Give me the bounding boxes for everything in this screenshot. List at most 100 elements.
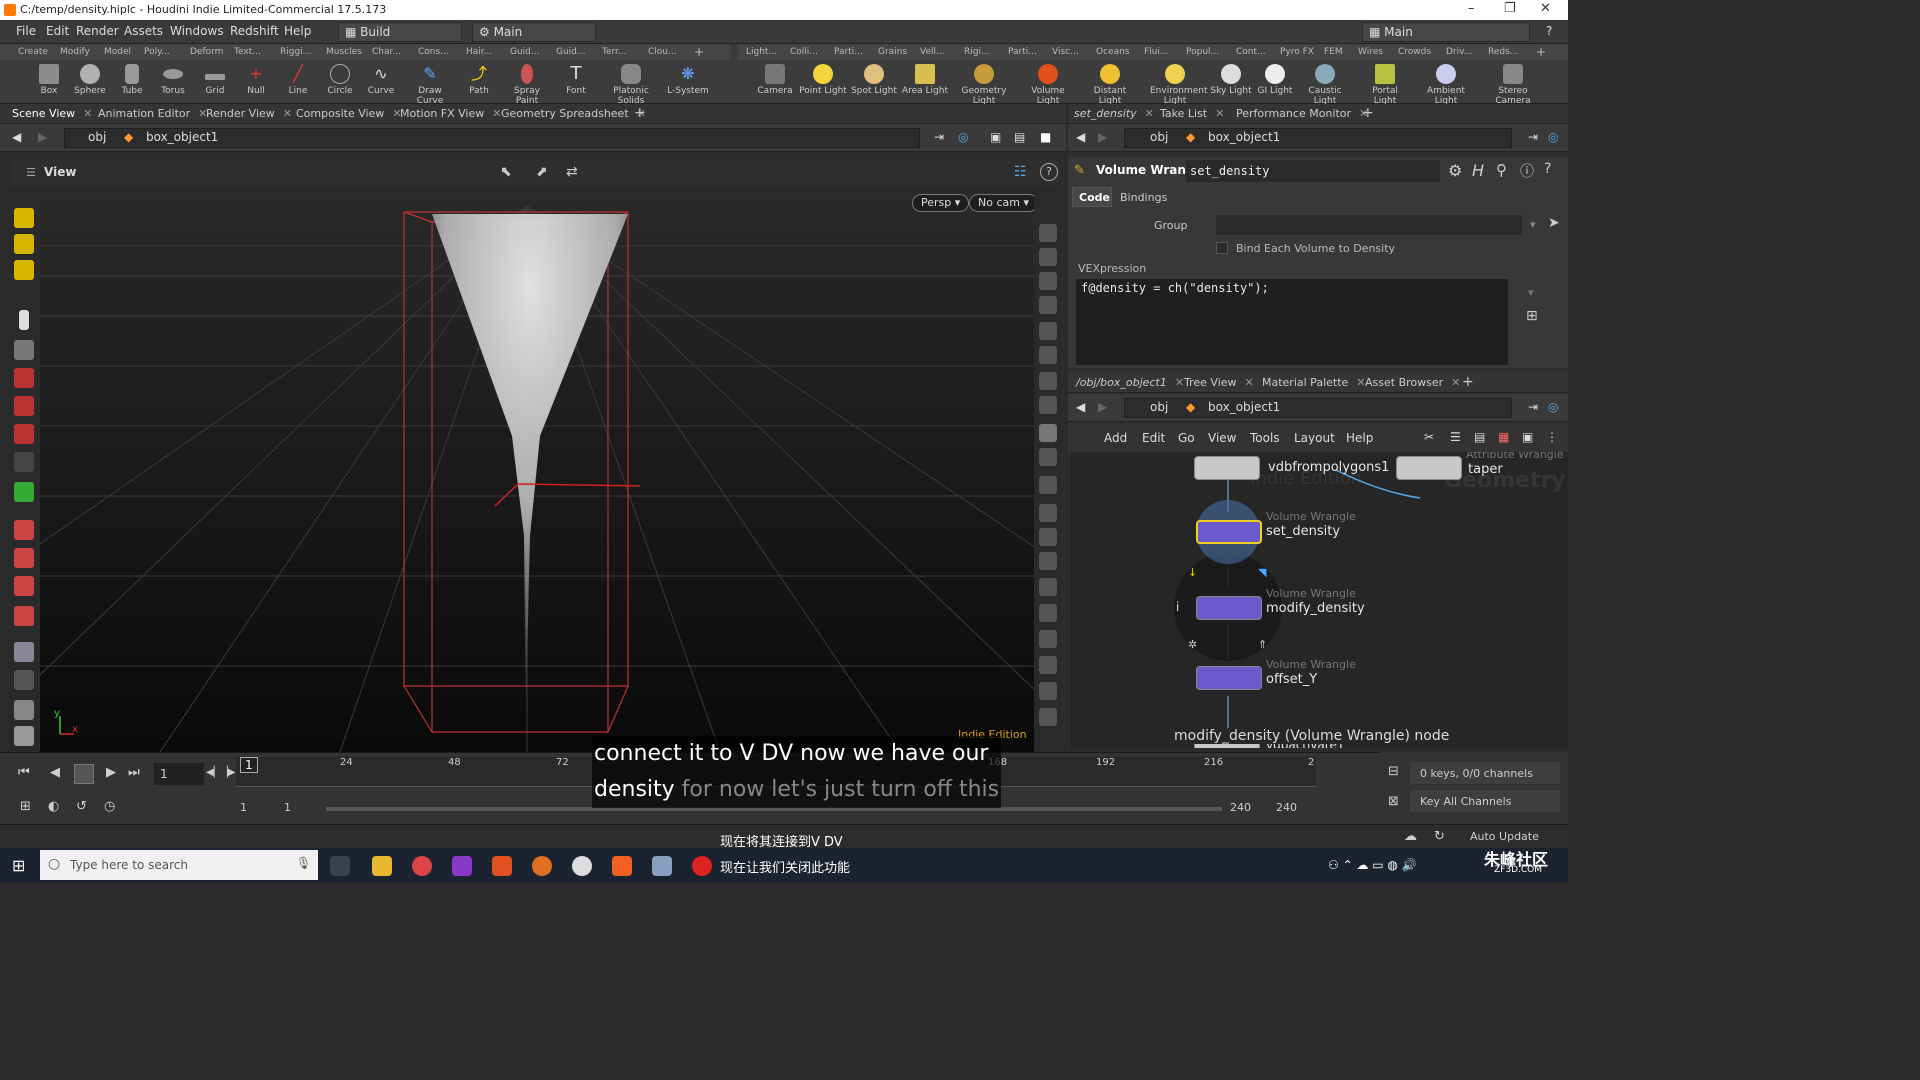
desktop-main-select[interactable]: ⚙ Main bbox=[472, 22, 596, 42]
step-forward-icon[interactable]: ▕▶ bbox=[220, 767, 235, 778]
tool-path[interactable]: ⤴ Path bbox=[454, 64, 504, 96]
tab-motion-fx-view[interactable]: Motion FX View ✕ bbox=[400, 107, 501, 120]
tab-composite-view[interactable]: Composite View ✕ bbox=[296, 107, 402, 120]
auto-update-select[interactable]: Auto Update bbox=[1470, 830, 1539, 843]
tool-l-system[interactable]: ❋ L-System bbox=[663, 64, 713, 96]
move-tool-icon[interactable] bbox=[14, 368, 34, 388]
menu-redshift[interactable]: Redshift bbox=[230, 24, 279, 38]
task-view-icon[interactable] bbox=[330, 856, 350, 876]
lock-flag-icon[interactable]: ✲ bbox=[1188, 638, 1197, 651]
shelf-tab-rigid[interactable]: Rigi... bbox=[964, 47, 990, 57]
tools-icon[interactable]: ✂ bbox=[1424, 430, 1434, 444]
shelf-tab-constraints[interactable]: Cons... bbox=[418, 47, 449, 57]
tool-camera[interactable]: Camera bbox=[750, 64, 800, 96]
camera-icon[interactable] bbox=[1039, 424, 1057, 442]
view-tool-icon[interactable] bbox=[14, 642, 34, 662]
minimize-button[interactable]: – bbox=[1468, 1, 1475, 16]
shelf-tab-crowds[interactable]: Crowds bbox=[1398, 47, 1431, 57]
network-menu-help[interactable]: Help bbox=[1346, 431, 1373, 445]
network-menu-add[interactable]: Add bbox=[1104, 431, 1127, 445]
tool-curve[interactable]: ∿ Curve bbox=[356, 64, 406, 96]
tool-caustic-light[interactable]: Caustic Light bbox=[1300, 64, 1350, 106]
tab-animation-editor[interactable]: Animation Editor ✕ bbox=[98, 107, 207, 120]
notepad-icon[interactable] bbox=[652, 856, 672, 876]
bypass-flag-icon[interactable]: ↓ bbox=[1188, 566, 1197, 579]
network-editor[interactable]: Indie Edition Geometry vdbfrompolygons1 … bbox=[1070, 452, 1568, 748]
close-button[interactable]: ✕ bbox=[1540, 1, 1551, 16]
info-icon[interactable]: ⓘ bbox=[1520, 161, 1534, 181]
number-12-icon[interactable] bbox=[1039, 578, 1057, 596]
shelf-tab-wires[interactable]: Wires bbox=[1358, 47, 1383, 57]
stop-icon[interactable] bbox=[74, 764, 94, 784]
pin-icon[interactable]: ⇥ bbox=[1528, 130, 1538, 144]
handle-tool-icon[interactable] bbox=[14, 452, 34, 472]
range-end-visible[interactable]: 240 bbox=[1230, 801, 1251, 814]
shelf-tab-rigging[interactable]: Riggi... bbox=[280, 47, 311, 57]
tab-asset-browser[interactable]: Asset Browser ✕ bbox=[1365, 376, 1460, 389]
tab-bindings[interactable]: Bindings bbox=[1120, 191, 1167, 204]
camera-menu-button[interactable]: No cam ▾ bbox=[969, 194, 1038, 212]
path-context[interactable]: obj bbox=[1150, 400, 1168, 414]
refresh-icon[interactable]: ↻ bbox=[1434, 829, 1445, 844]
shelf-tab-pyrofx[interactable]: Pyro FX bbox=[1280, 47, 1314, 57]
link-icon[interactable]: ◎ bbox=[1548, 130, 1558, 144]
shelf-tab-lights[interactable]: Light... bbox=[746, 47, 777, 57]
tab-set-density[interactable]: set_density ✕ bbox=[1074, 107, 1154, 120]
snap-prim-icon[interactable] bbox=[14, 548, 34, 568]
shelf-tab-terrain[interactable]: Terr... bbox=[602, 47, 627, 57]
shelf-tab-drive[interactable]: Driv... bbox=[1446, 47, 1472, 57]
viewport-lock-icon[interactable] bbox=[1039, 272, 1057, 290]
network-menu-edit[interactable]: Edit bbox=[1142, 431, 1165, 445]
viewport-label[interactable]: View bbox=[44, 165, 76, 179]
display-flag-icon[interactable]: ◥ bbox=[1258, 566, 1266, 579]
global-anim-icon[interactable]: ⊞ bbox=[20, 799, 31, 814]
layout-icon[interactable]: ▣ bbox=[1522, 430, 1533, 444]
ghost-icon[interactable] bbox=[1039, 248, 1057, 266]
object-mode-icon[interactable] bbox=[14, 208, 34, 228]
range-end[interactable]: 240 bbox=[1276, 801, 1297, 814]
play-icon[interactable]: ▶ bbox=[106, 765, 116, 780]
tool-platonic-solids[interactable]: Platonic Solids bbox=[606, 64, 656, 106]
tool-spray-paint[interactable]: Spray Paint bbox=[502, 64, 552, 106]
close-tab-icon[interactable]: ✕ bbox=[1215, 107, 1224, 120]
path-node[interactable]: box_object1 bbox=[1208, 130, 1280, 144]
corner-icon[interactable] bbox=[1039, 656, 1057, 674]
add-tab-button[interactable]: + bbox=[1362, 105, 1374, 121]
tab-performance-monitor[interactable]: Performance Monitor ✕ bbox=[1236, 107, 1368, 120]
back-arrow-icon[interactable]: ◀ bbox=[1076, 130, 1085, 144]
tab-tree-view[interactable]: Tree View ✕ bbox=[1184, 376, 1254, 389]
path-node[interactable]: box_object1 bbox=[146, 130, 218, 144]
add-tab-button[interactable]: + bbox=[634, 105, 646, 121]
rotate-tool-icon[interactable] bbox=[14, 396, 34, 416]
shelf-tab-particles2[interactable]: Parti... bbox=[1008, 47, 1037, 57]
forward-arrow-icon[interactable]: ▶ bbox=[38, 130, 47, 144]
shelf-tab-populate[interactable]: Popul... bbox=[1186, 47, 1219, 57]
node-vdbfrompolygons1[interactable] bbox=[1194, 456, 1260, 480]
shading-icon[interactable] bbox=[1039, 322, 1057, 340]
grid-color-icon[interactable]: ▦ bbox=[1498, 430, 1509, 444]
menu-render[interactable]: Render bbox=[76, 24, 119, 38]
shelf-tab-deform[interactable]: Deform bbox=[190, 47, 223, 57]
keys-field[interactable]: 0 keys, 0/0 channels bbox=[1410, 762, 1560, 784]
tool-area-light[interactable]: Area Light bbox=[900, 64, 950, 96]
menu-windows[interactable]: Windows bbox=[170, 24, 224, 38]
forward-arrow-icon[interactable]: ▶ bbox=[1098, 400, 1107, 414]
secure-select-icon[interactable]: ⇄ bbox=[566, 164, 578, 180]
link-icon[interactable]: ◎ bbox=[958, 130, 968, 144]
tab-render-view[interactable]: Render View ✕ bbox=[206, 107, 292, 120]
select-tool-icon[interactable] bbox=[19, 310, 29, 330]
select-arrow-icon[interactable]: ➤ bbox=[1548, 215, 1560, 231]
group-dropdown-icon[interactable]: ▾ bbox=[1530, 218, 1536, 231]
path-context[interactable]: obj bbox=[88, 130, 106, 144]
viewport-layout-icon[interactable]: ☷ bbox=[1014, 164, 1027, 180]
shelf-tab-muscles[interactable]: Muscles bbox=[326, 47, 362, 57]
tab-take-list[interactable]: Take List ✕ bbox=[1160, 107, 1224, 120]
snap-point-icon[interactable] bbox=[14, 576, 34, 596]
node-modify-density[interactable] bbox=[1196, 596, 1262, 620]
question-icon[interactable]: ? bbox=[1544, 161, 1551, 177]
snapping-icon[interactable] bbox=[1039, 682, 1057, 700]
recorder-icon[interactable] bbox=[692, 856, 712, 876]
search-icon[interactable]: ⚲ bbox=[1496, 161, 1507, 179]
close-tab-icon[interactable]: ✕ bbox=[1175, 376, 1184, 389]
close-tab-icon[interactable]: ✕ bbox=[1245, 376, 1254, 389]
